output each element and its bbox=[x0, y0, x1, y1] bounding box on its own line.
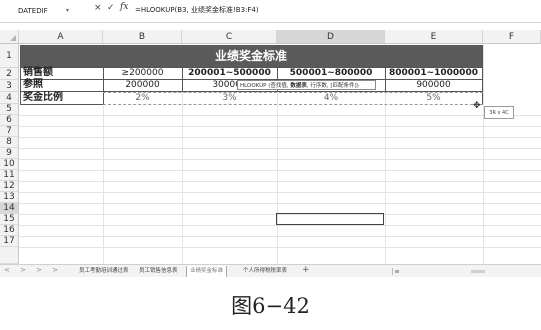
gridline bbox=[19, 225, 541, 226]
gridline bbox=[19, 159, 541, 160]
cell-e3[interactable]: 900000 bbox=[385, 79, 482, 91]
sheet-title[interactable]: 业绩奖金标准 bbox=[20, 45, 482, 67]
column-header-e[interactable]: E bbox=[385, 30, 483, 44]
column-header-c[interactable]: C bbox=[182, 30, 277, 44]
sheet-nav-arrows-icon[interactable]: < > > > bbox=[4, 266, 62, 274]
gridline bbox=[19, 236, 541, 237]
horizontal-scrollbar[interactable] bbox=[392, 268, 488, 275]
cell-b3[interactable]: 200000 bbox=[103, 79, 182, 91]
gridline bbox=[19, 192, 541, 193]
row-header-14[interactable]: 14 bbox=[0, 203, 19, 214]
name-box[interactable]: DATEDIF ▾ bbox=[18, 4, 82, 18]
select-all-corner[interactable] bbox=[0, 30, 19, 44]
sheet-tab-3-active[interactable]: 业绩奖金标准 bbox=[186, 266, 228, 277]
cancel-icon[interactable]: × bbox=[94, 3, 102, 13]
column-header-a[interactable]: A bbox=[19, 30, 103, 44]
row-header-5[interactable]: 5 bbox=[0, 104, 19, 115]
gridline bbox=[19, 137, 541, 138]
row-header-7[interactable]: 7 bbox=[0, 126, 19, 137]
row-header-8[interactable]: 8 bbox=[0, 137, 19, 148]
function-argument-tooltip: HLOOKUP (查找值, 数据表, 行序数, [匹配条件]) bbox=[237, 80, 376, 90]
gridline bbox=[19, 148, 541, 149]
row-header-1[interactable]: 1 bbox=[0, 44, 19, 68]
row-header-3[interactable]: 3 bbox=[0, 80, 19, 92]
function-icon[interactable]: fx bbox=[120, 2, 128, 12]
scroll-left-icon[interactable] bbox=[395, 270, 399, 273]
spreadsheet-window: DATEDIF ▾ × ✓ fx =HLOOKUP(B3, 业绩奖金标准!B3:… bbox=[0, 0, 541, 277]
gridline bbox=[19, 115, 541, 116]
sheet-tab-4[interactable]: 个人所得税税率表 bbox=[240, 266, 290, 277]
row-header-17[interactable]: 17 bbox=[0, 236, 19, 247]
row-header-11[interactable]: 11 bbox=[0, 170, 19, 181]
sheet-tab-bar: < > > > 员工考勤培训通过表 员工销售信息表 业绩奖金标准 个人所得税税率… bbox=[0, 264, 541, 277]
row-header-13[interactable]: 13 bbox=[0, 192, 19, 203]
chevron-down-icon[interactable]: ▾ bbox=[66, 4, 69, 18]
cell-c2[interactable]: 200001~500000 bbox=[182, 67, 277, 79]
row-header-12[interactable]: 12 bbox=[0, 181, 19, 192]
sheet-tab-1[interactable]: 员工考勤培训通过表 bbox=[76, 266, 132, 277]
cell-a3[interactable]: 参照 bbox=[20, 79, 103, 91]
tooltip-suffix: , 行序数, [匹配条件]) bbox=[306, 83, 359, 89]
column-header-d[interactable]: D bbox=[277, 30, 385, 44]
column-header-f[interactable]: F bbox=[483, 30, 541, 44]
cell-a4[interactable]: 奖金比例 bbox=[20, 92, 103, 104]
enter-icon[interactable]: ✓ bbox=[107, 3, 115, 13]
cell-d2[interactable]: 500001~800000 bbox=[277, 67, 385, 79]
sheet-tab-2[interactable]: 员工销售信息表 bbox=[136, 266, 181, 277]
gridline bbox=[19, 247, 541, 248]
formula-input[interactable]: =HLOOKUP(B3, 业绩奖金标准!B3:F4) bbox=[135, 5, 259, 15]
row-header-18[interactable] bbox=[0, 247, 19, 264]
table-border bbox=[482, 45, 483, 104]
move-cursor-icon: ✥ bbox=[473, 101, 481, 111]
selection-size-tooltip: 3R x 4C bbox=[484, 106, 514, 119]
gridline bbox=[19, 203, 541, 204]
cell-e4[interactable]: 5% bbox=[385, 92, 482, 104]
cell-b4[interactable]: 2% bbox=[103, 92, 182, 104]
cell-a2[interactable]: 销售额 bbox=[20, 67, 103, 79]
table-border bbox=[20, 104, 103, 105]
row-header-9[interactable]: 9 bbox=[0, 148, 19, 159]
row-header-15[interactable]: 15 bbox=[0, 214, 19, 225]
formula-bar: DATEDIF ▾ × ✓ fx =HLOOKUP(B3, 业绩奖金标准!B3:… bbox=[0, 0, 541, 23]
tooltip-prefix: HLOOKUP (查找值, bbox=[240, 83, 291, 89]
tooltip-current-arg: 数据表 bbox=[290, 83, 307, 89]
scrollbar-thumb[interactable] bbox=[471, 270, 485, 273]
gridline bbox=[19, 170, 541, 171]
cell-d4[interactable]: 4% bbox=[277, 92, 385, 104]
add-sheet-icon[interactable]: + bbox=[302, 265, 310, 275]
select-all-triangle-icon bbox=[10, 35, 16, 41]
gridline bbox=[19, 181, 541, 182]
row-header-16[interactable]: 16 bbox=[0, 225, 19, 236]
active-cell-d14[interactable] bbox=[276, 213, 384, 225]
gridline bbox=[483, 44, 484, 264]
row-header-6[interactable]: 6 bbox=[0, 115, 19, 126]
row-header-10[interactable]: 10 bbox=[0, 159, 19, 170]
name-box-value: DATEDIF bbox=[18, 7, 48, 15]
cell-b2[interactable]: ≥200000 bbox=[103, 67, 182, 79]
cell-e2[interactable]: 800001~1000000 bbox=[385, 67, 482, 79]
column-header-b[interactable]: B bbox=[103, 30, 182, 44]
selection-marquee bbox=[103, 104, 483, 105]
row-header-2[interactable]: 2 bbox=[0, 68, 19, 80]
cell-c4[interactable]: 3% bbox=[182, 92, 277, 104]
row-header-4[interactable]: 4 bbox=[0, 92, 19, 104]
gridline bbox=[19, 126, 541, 127]
figure-caption: 图6−42 bbox=[231, 294, 310, 318]
